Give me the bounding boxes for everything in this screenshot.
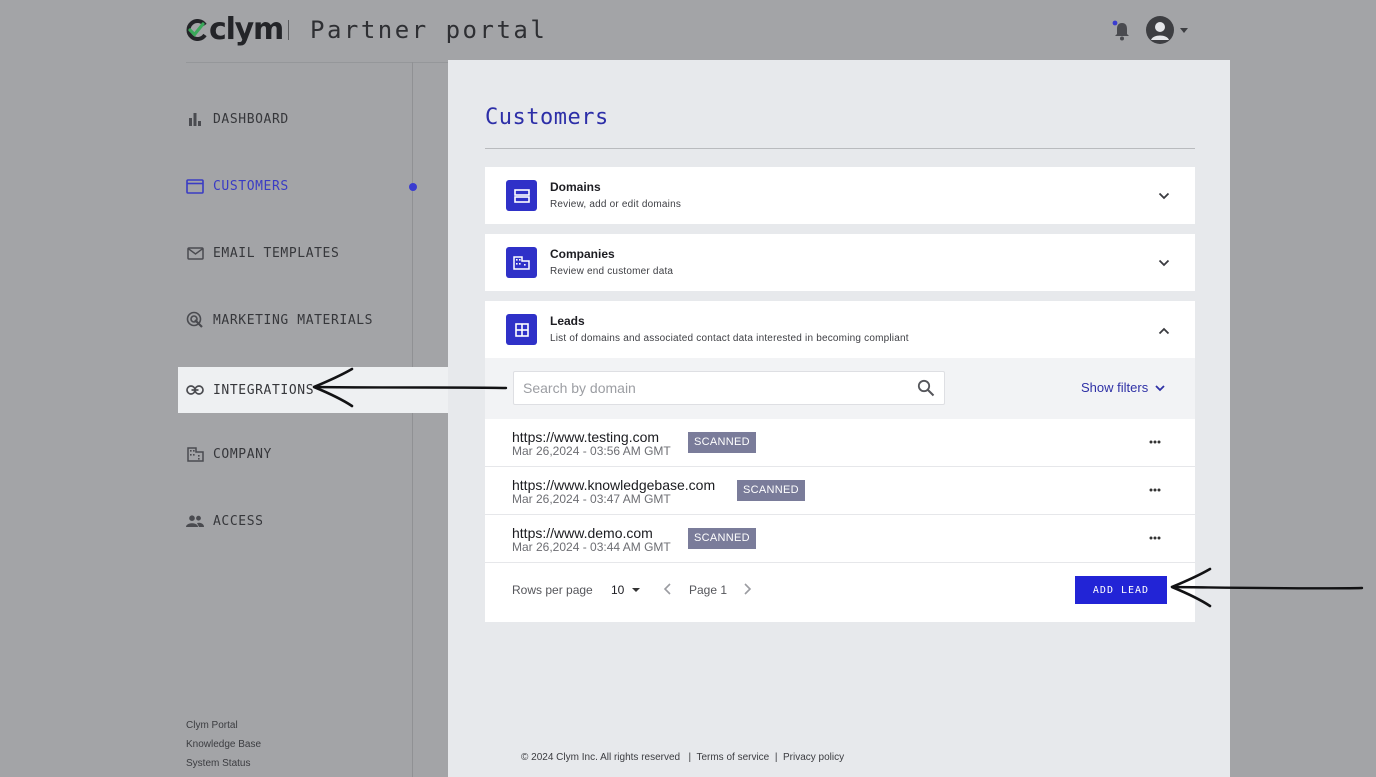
sidebar-item-label: DASHBOARD bbox=[213, 111, 289, 127]
footer-separator: | bbox=[688, 752, 692, 763]
avatar-icon bbox=[1146, 16, 1174, 44]
chevron-right-icon[interactable] bbox=[741, 582, 753, 596]
sidebar-item-customers[interactable]: CUSTOMERS bbox=[178, 163, 448, 209]
user-menu[interactable] bbox=[1146, 16, 1188, 44]
link-icon bbox=[186, 381, 204, 399]
search-box[interactable] bbox=[513, 371, 945, 405]
mail-icon bbox=[186, 244, 204, 262]
leads-body: Show filters https://www.testing.com Mar… bbox=[485, 358, 1195, 622]
link-clym-portal[interactable]: Clym Portal bbox=[186, 716, 261, 735]
chevron-down-icon[interactable] bbox=[1157, 189, 1171, 203]
accordion-subtitle: List of domains and associated contact d… bbox=[550, 333, 909, 344]
lead-date: Mar 26,2024 - 03:47 AM GMT bbox=[512, 492, 671, 506]
accordion-subtitle: Review, add or edit domains bbox=[550, 199, 682, 210]
header-separator bbox=[288, 20, 289, 40]
privacy-link[interactable]: Privacy policy bbox=[783, 752, 844, 763]
show-filters-toggle[interactable]: Show filters bbox=[1081, 380, 1166, 395]
portal-title: Partner portal bbox=[310, 16, 548, 44]
clym-check-icon bbox=[186, 19, 208, 41]
building-icon bbox=[186, 445, 204, 463]
status-badge: SCANNED bbox=[688, 528, 756, 549]
sidebar-item-label: CUSTOMERS bbox=[213, 178, 289, 194]
grid-icon bbox=[506, 314, 537, 345]
search-input[interactable] bbox=[523, 372, 903, 404]
lead-date: Mar 26,2024 - 03:44 AM GMT bbox=[512, 540, 671, 554]
sidebar-item-marketing-materials[interactable]: MARKETING MATERIALS bbox=[178, 297, 448, 343]
chevron-up-icon[interactable] bbox=[1157, 324, 1171, 338]
logo-text: clym bbox=[209, 12, 284, 47]
link-system-status[interactable]: System Status bbox=[186, 754, 261, 773]
accordion-title: Companies bbox=[550, 247, 615, 261]
status-badge: SCANNED bbox=[737, 480, 805, 501]
page-footer: © 2024 Clym Inc. All rights reserved | T… bbox=[521, 752, 844, 763]
lead-domain[interactable]: https://www.testing.com bbox=[512, 429, 659, 445]
active-indicator bbox=[409, 183, 417, 191]
terms-link[interactable]: Terms of service bbox=[696, 752, 769, 763]
sidebar-item-dashboard[interactable]: DASHBOARD bbox=[178, 96, 448, 142]
more-horizontal-icon[interactable] bbox=[1148, 439, 1162, 445]
bar-chart-icon bbox=[186, 110, 204, 128]
sidebar-item-email-templates[interactable]: EMAIL TEMPLATES bbox=[178, 230, 448, 276]
more-horizontal-icon[interactable] bbox=[1148, 535, 1162, 541]
sidebar-item-label: MARKETING MATERIALS bbox=[213, 312, 374, 328]
dns-icon bbox=[506, 180, 537, 211]
pagination-bar: Rows per page 10 Page 1 ADD LEAD bbox=[485, 563, 1195, 622]
accordion-title: Leads bbox=[550, 314, 585, 328]
sidebar-item-label: ACCESS bbox=[213, 513, 264, 529]
accordion-header[interactable]: Companies Review end customer data bbox=[485, 234, 1195, 291]
notifications-bell-icon[interactable] bbox=[1112, 20, 1132, 42]
sidebar-item-label: COMPANY bbox=[213, 446, 272, 462]
search-row: Show filters bbox=[485, 358, 1195, 419]
page-indicator: Page 1 bbox=[689, 583, 728, 597]
table-row[interactable]: https://www.knowledgebase.com Mar 26,202… bbox=[485, 467, 1195, 515]
table-row[interactable]: https://www.testing.com Mar 26,2024 - 03… bbox=[485, 419, 1195, 467]
people-icon bbox=[186, 512, 204, 530]
sidebar-item-company[interactable]: COMPANY bbox=[178, 431, 448, 477]
accordion-domains[interactable]: Domains Review, add or edit domains bbox=[485, 167, 1195, 224]
sidebar-item-label: INTEGRATIONS bbox=[213, 382, 315, 398]
rows-per-page-select[interactable]: 10 bbox=[611, 583, 641, 597]
title-divider bbox=[485, 148, 1195, 149]
sidebar-item-access[interactable]: ACCESS bbox=[178, 498, 448, 544]
accordion-companies[interactable]: Companies Review end customer data bbox=[485, 234, 1195, 291]
add-lead-button[interactable]: ADD LEAD bbox=[1075, 576, 1167, 604]
chevron-down-icon[interactable] bbox=[1157, 256, 1171, 270]
lead-date: Mar 26,2024 - 03:56 AM GMT bbox=[512, 444, 671, 458]
copyright-text: © 2024 Clym Inc. All rights reserved bbox=[521, 752, 681, 763]
link-knowledge-base[interactable]: Knowledge Base bbox=[186, 735, 261, 754]
rows-per-page-label: Rows per page bbox=[512, 583, 593, 597]
building-icon bbox=[506, 247, 537, 278]
clym-logo[interactable]: clym bbox=[186, 12, 284, 47]
accordion-leads[interactable]: Leads List of domains and associated con… bbox=[485, 301, 1195, 622]
show-filters-label: Show filters bbox=[1081, 380, 1149, 395]
dropdown-caret-icon bbox=[632, 588, 641, 592]
search-icon[interactable] bbox=[917, 379, 935, 397]
accordion-header[interactable]: Domains Review, add or edit domains bbox=[485, 167, 1195, 224]
footer-separator: | bbox=[774, 752, 778, 763]
sidebar-item-integrations[interactable]: INTEGRATIONS bbox=[178, 367, 448, 413]
page-title: Customers bbox=[485, 105, 609, 130]
more-horizontal-icon[interactable] bbox=[1148, 487, 1162, 493]
accordion-title: Domains bbox=[550, 180, 601, 194]
lead-domain[interactable]: https://www.demo.com bbox=[512, 525, 653, 541]
sidebar-item-label: EMAIL TEMPLATES bbox=[213, 245, 340, 261]
table-row[interactable]: https://www.demo.com Mar 26,2024 - 03:44… bbox=[485, 515, 1195, 563]
status-badge: SCANNED bbox=[688, 432, 756, 453]
rows-per-page-value: 10 bbox=[611, 583, 625, 597]
accordion-subtitle: Review end customer data bbox=[550, 266, 674, 277]
chevron-left-icon[interactable] bbox=[662, 582, 674, 596]
lead-domain[interactable]: https://www.knowledgebase.com bbox=[512, 477, 715, 493]
sidebar-footer-links: Clym Portal Knowledge Base System Status bbox=[186, 716, 261, 773]
target-cursor-icon bbox=[186, 311, 204, 329]
folder-icon bbox=[186, 177, 204, 195]
accordion-header[interactable]: Leads List of domains and associated con… bbox=[485, 301, 1195, 358]
chevron-down-icon bbox=[1155, 384, 1165, 391]
chevron-down-icon bbox=[1180, 27, 1188, 33]
